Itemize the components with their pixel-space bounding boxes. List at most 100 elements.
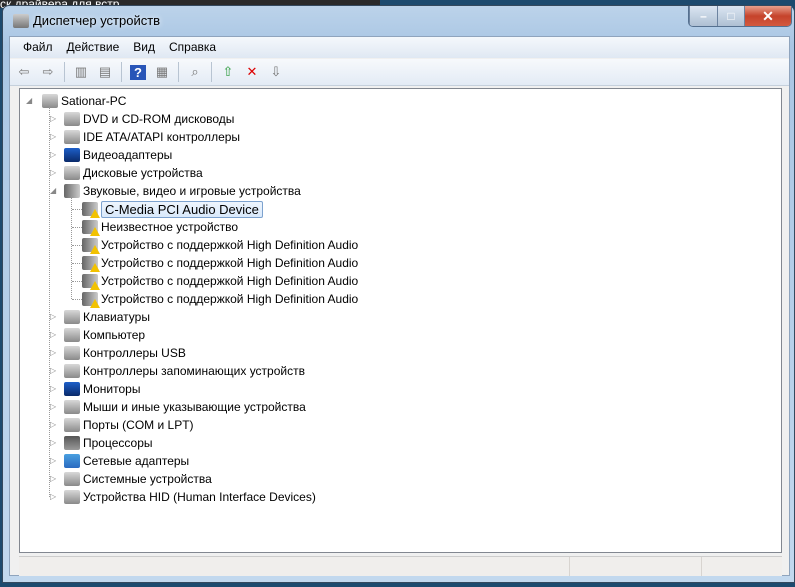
device-manager-window: Диспетчер устройств – □ ✕ Файл Действие Ви…	[2, 5, 795, 583]
device-tree[interactable]: ◢ Sationar-PC ▷ DVD и CD-ROM дисководы ▷ IDE …	[19, 88, 782, 553]
expand-arrow[interactable]: ▷	[50, 331, 58, 339]
tree-category[interactable]: Компьютер	[64, 326, 145, 344]
warning-icon	[90, 209, 100, 218]
warning-icon	[90, 263, 100, 272]
tree-category[interactable]: Контроллеры запоминающих устройств	[64, 362, 305, 380]
tree-item-label: Звуковые, видео и игровые устройства	[83, 184, 301, 198]
mouse-icon	[64, 400, 80, 414]
tree-item-label: Клавиатуры	[83, 310, 150, 324]
tree-item-label: Порты (COM и LPT)	[83, 418, 194, 432]
back-icon: ⇦	[18, 64, 30, 79]
maximize-button[interactable]: □	[717, 6, 744, 26]
menu-item[interactable]: Вид	[126, 37, 162, 58]
tree-item-label: Контроллеры USB	[83, 346, 186, 360]
menu-item[interactable]: Действие	[60, 37, 127, 58]
tree-category[interactable]: Системные устройства	[64, 470, 212, 488]
expand-arrow[interactable]: ▷	[50, 115, 58, 123]
display-adapter-icon	[64, 148, 80, 162]
tree-category[interactable]: IDE ATA/ATAPI контроллеры	[64, 128, 240, 146]
menu-item[interactable]: Справка	[162, 37, 223, 58]
tree-item-label: DVD и CD-ROM дисководы	[83, 112, 235, 126]
collapse-arrow[interactable]: ◢	[26, 97, 34, 105]
scan-hardware-button[interactable]: ⌕	[185, 62, 205, 82]
tree-line	[72, 281, 82, 282]
warning-icon	[90, 245, 100, 254]
tree-category[interactable]: Процессоры	[64, 434, 153, 452]
expand-arrow[interactable]: ▷	[50, 475, 58, 483]
tree-category[interactable]: Устройства HID (Human Interface Devices)	[64, 488, 316, 506]
menu-item[interactable]: Файл	[16, 37, 60, 58]
tree-item-label: Устройство с поддержкой High Definition …	[101, 238, 359, 252]
speaker-icon	[82, 220, 100, 236]
tree-item-label: Дисковые устройства	[83, 166, 203, 180]
toolbar-separator	[211, 62, 212, 82]
system-device-icon	[64, 472, 80, 486]
expand-arrow[interactable]: ▷	[50, 421, 58, 429]
tree-category[interactable]: Дисковые устройства	[64, 164, 203, 182]
tree-device[interactable]: Устройство с поддержкой High Definition …	[82, 272, 358, 290]
expand-arrow[interactable]: ▷	[50, 367, 58, 375]
tree-item-label: Мыши и иные указывающие устройства	[83, 400, 306, 414]
expand-arrow[interactable]: ▷	[50, 151, 58, 159]
minimize-button[interactable]: –	[689, 6, 717, 26]
computer-icon	[64, 328, 80, 342]
expand-arrow[interactable]: ▷	[50, 349, 58, 357]
tree-item-label: Сетевые адаптеры	[83, 454, 190, 468]
speaker-icon	[64, 184, 80, 198]
properties-icon: ▤	[98, 64, 112, 79]
hid-icon	[64, 490, 80, 504]
expand-arrow[interactable]: ▷	[50, 439, 58, 447]
toolbar-separator	[64, 62, 65, 82]
expand-arrow[interactable]: ▷	[50, 403, 58, 411]
disable-device-button[interactable]: ✕	[242, 62, 262, 82]
tree-category[interactable]: Сетевые адаптеры	[64, 452, 189, 470]
tree-device[interactable]: Устройство с поддержкой High Definition …	[82, 290, 358, 308]
dvd-icon	[64, 112, 80, 126]
show-action-pane-button[interactable]: ▦	[152, 62, 172, 82]
tree-category[interactable]: Звуковые, видео и игровые устройства	[64, 182, 301, 200]
back-button[interactable]: ⇦	[14, 62, 34, 82]
expand-arrow[interactable]: ▷	[50, 169, 58, 177]
tree-line	[72, 263, 82, 264]
collapse-arrow[interactable]: ◢	[50, 187, 58, 195]
help-button[interactable]: ?	[128, 62, 148, 82]
processor-icon	[64, 436, 80, 450]
tree-item-label: IDE ATA/ATAPI контроллеры	[83, 130, 241, 144]
tree-item-label: Процессоры	[83, 436, 153, 450]
close-button[interactable]: ✕	[744, 6, 791, 26]
expand-arrow[interactable]: ▷	[50, 385, 58, 393]
properties-button[interactable]: ▤	[95, 62, 115, 82]
update-driver-button[interactable]: ⇧	[218, 62, 238, 82]
tree-category[interactable]: Видеоадаптеры	[64, 146, 172, 164]
forward-icon: ⇨	[42, 64, 54, 79]
tree-category[interactable]: Контроллеры USB	[64, 344, 186, 362]
tree-device[interactable]: Неизвестное устройство	[82, 218, 238, 236]
usb-icon	[64, 346, 80, 360]
tree-device[interactable]: Устройство с поддержкой High Definition …	[82, 236, 358, 254]
tree-device-selected[interactable]: C-Media PCI Audio Device	[82, 200, 263, 218]
scan-hardware-icon: ⌕	[191, 64, 199, 79]
tree-category[interactable]: Мониторы	[64, 380, 140, 398]
disk-drive-icon	[64, 166, 80, 180]
tree-category[interactable]: Мыши и иные указывающие устройства	[64, 398, 306, 416]
expand-arrow[interactable]: ▷	[50, 493, 58, 501]
tree-device[interactable]: Устройство с поддержкой High Definition …	[82, 254, 358, 272]
expand-arrow[interactable]: ▷	[50, 457, 58, 465]
warning-icon	[90, 299, 100, 308]
forward-button[interactable]: ⇨	[38, 62, 58, 82]
tree-category[interactable]: Порты (COM и LPT)	[64, 416, 194, 434]
tree-item-label: Неизвестное устройство	[101, 220, 239, 234]
tree-category[interactable]: DVD и CD-ROM дисководы	[64, 110, 234, 128]
tree-root[interactable]: Sationar-PC	[42, 92, 126, 110]
expand-arrow[interactable]: ▷	[50, 313, 58, 321]
show-hide-console-tree-button[interactable]: ▥	[71, 62, 91, 82]
computer-icon	[42, 94, 58, 108]
tree-category[interactable]: Клавиатуры	[64, 308, 150, 326]
expand-arrow[interactable]: ▷	[50, 133, 58, 141]
tree-item-label: Sationar-PC	[61, 94, 127, 108]
speaker-icon	[82, 292, 100, 308]
tree-item-label: Компьютер	[83, 328, 146, 342]
speaker-icon	[82, 202, 100, 218]
uninstall-device-button[interactable]: ⇩	[266, 62, 286, 82]
tree-item-label: Системные устройства	[83, 472, 212, 486]
